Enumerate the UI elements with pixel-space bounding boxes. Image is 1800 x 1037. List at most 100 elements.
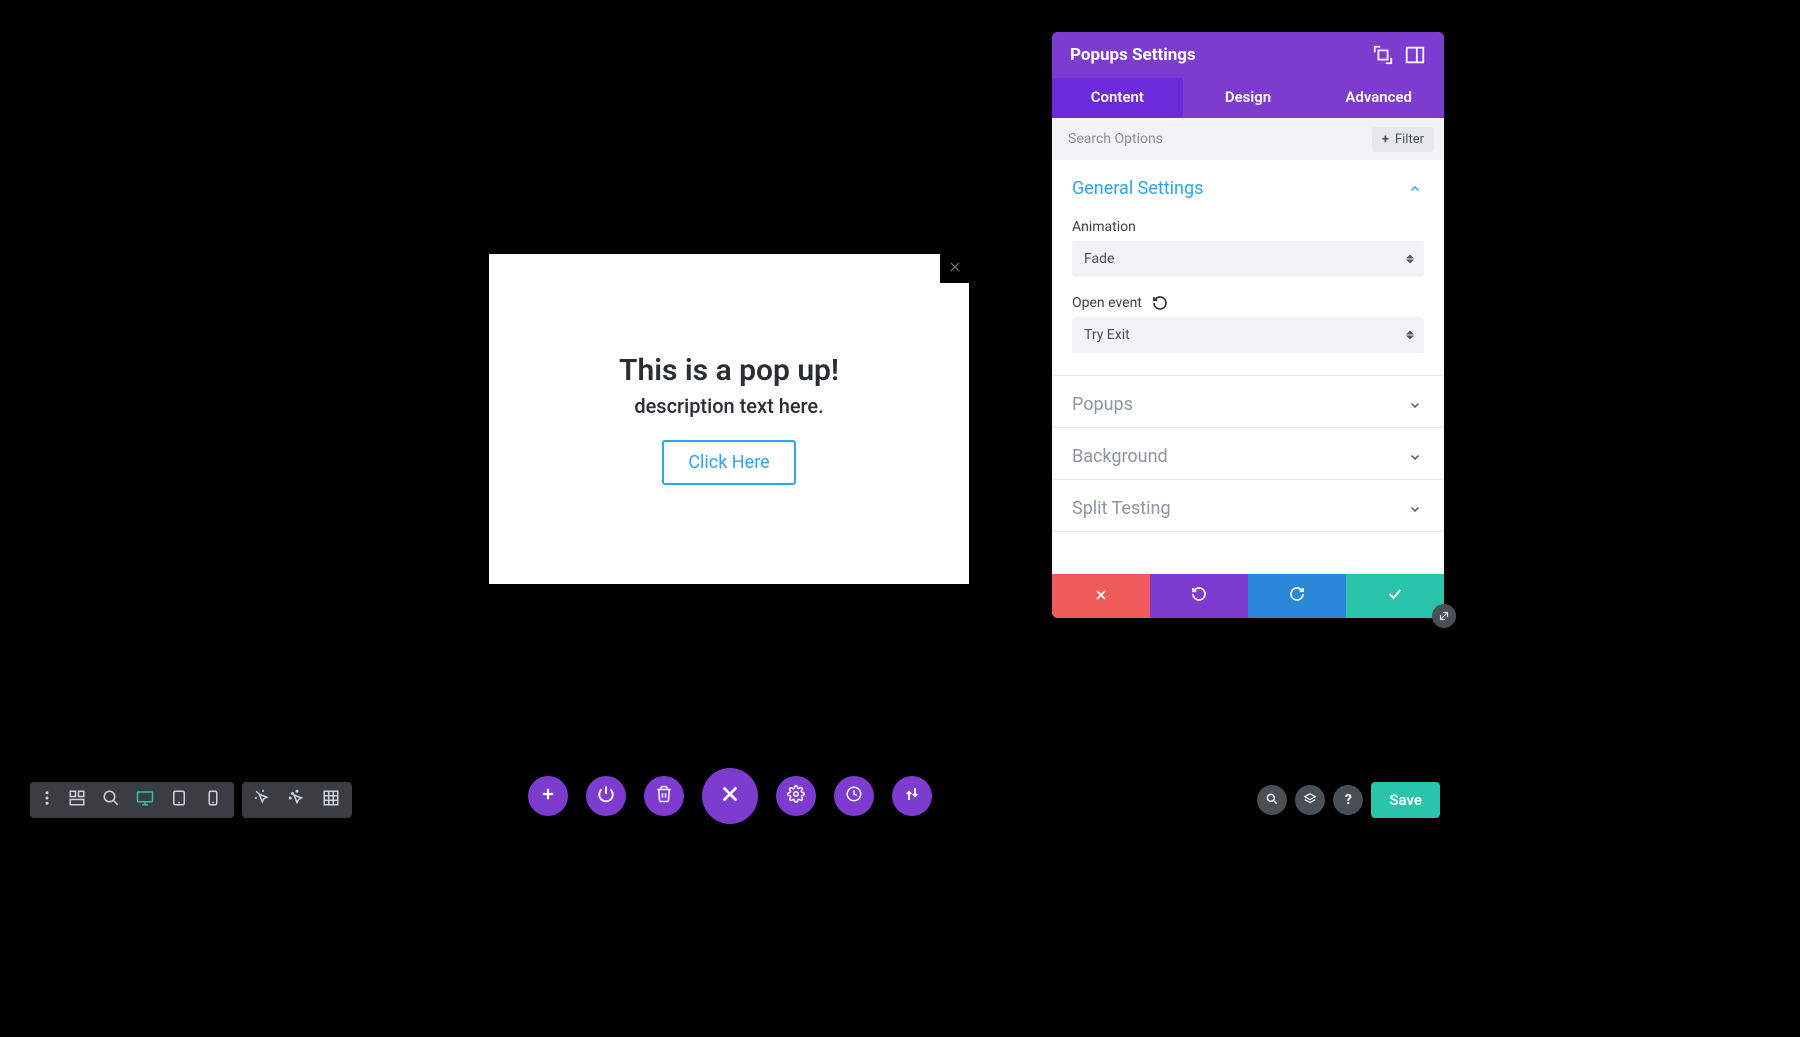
help-button[interactable]: ? bbox=[1333, 785, 1363, 815]
desktop-view-button[interactable] bbox=[128, 782, 162, 818]
section-header-background[interactable]: Background bbox=[1052, 428, 1444, 479]
center-toolbar bbox=[528, 768, 932, 824]
search-row: + Filter bbox=[1052, 118, 1444, 160]
chevron-down-icon bbox=[1406, 500, 1424, 518]
open-event-select-value: Try Exit bbox=[1084, 327, 1130, 343]
settings-tabs: Content Design Advanced bbox=[1052, 78, 1444, 118]
section-header-general[interactable]: General Settings bbox=[1052, 160, 1444, 211]
mobile-view-button[interactable] bbox=[196, 782, 230, 818]
animation-select-value: Fade bbox=[1084, 251, 1114, 267]
reset-icon[interactable] bbox=[1152, 295, 1168, 311]
power-icon bbox=[597, 785, 615, 807]
save-button[interactable]: Save bbox=[1371, 782, 1440, 818]
section-header-split-testing[interactable]: Split Testing bbox=[1052, 480, 1444, 531]
tab-content[interactable]: Content bbox=[1052, 78, 1183, 118]
filter-button[interactable]: + Filter bbox=[1372, 127, 1434, 152]
settings-panel: Popups Settings Content Design Advanced … bbox=[1052, 32, 1444, 618]
section-title: Popups bbox=[1072, 394, 1133, 415]
add-button[interactable] bbox=[528, 776, 568, 816]
grid-icon bbox=[322, 789, 340, 811]
cursor-click-icon bbox=[288, 789, 306, 811]
section-popups: Popups bbox=[1052, 376, 1444, 428]
left-toolbar-group-2 bbox=[242, 782, 352, 818]
open-event-select[interactable]: Try Exit bbox=[1072, 317, 1424, 353]
left-toolbar bbox=[30, 782, 352, 818]
help-icon: ? bbox=[1345, 792, 1352, 808]
settings-panel-header: Popups Settings bbox=[1052, 32, 1444, 78]
close-icon bbox=[719, 783, 741, 809]
popup-cta-button[interactable]: Click Here bbox=[662, 440, 795, 485]
mobile-icon bbox=[204, 789, 222, 811]
cursor-rays-icon bbox=[254, 789, 272, 811]
chevron-down-icon bbox=[1406, 396, 1424, 414]
close-main-button[interactable] bbox=[702, 768, 758, 824]
panel-resize-handle[interactable] bbox=[1432, 604, 1456, 628]
field-label-animation: Animation bbox=[1072, 219, 1424, 235]
animation-label: Animation bbox=[1072, 219, 1136, 235]
select-caret-icon bbox=[1406, 331, 1414, 340]
more-button[interactable] bbox=[34, 782, 60, 818]
animation-select[interactable]: Fade bbox=[1072, 241, 1424, 277]
wireframe-button[interactable] bbox=[60, 782, 94, 818]
layers-button[interactable] bbox=[1295, 785, 1325, 815]
undo-icon bbox=[1191, 586, 1207, 606]
expand-icon[interactable] bbox=[1372, 44, 1394, 66]
redo-button[interactable] bbox=[1248, 574, 1346, 618]
section-title: General Settings bbox=[1072, 178, 1203, 199]
tab-advanced[interactable]: Advanced bbox=[1313, 78, 1444, 118]
search-icon bbox=[1265, 791, 1279, 810]
confirm-button[interactable] bbox=[1346, 574, 1444, 618]
history-button[interactable] bbox=[834, 776, 874, 816]
search-input[interactable] bbox=[1066, 130, 1364, 148]
open-event-label: Open event bbox=[1072, 295, 1142, 311]
chevron-down-icon bbox=[1406, 448, 1424, 466]
dock-icon[interactable] bbox=[1404, 44, 1426, 66]
trash-button[interactable] bbox=[644, 776, 684, 816]
popup-close-button[interactable] bbox=[940, 253, 970, 283]
popup-title: This is a pop up! bbox=[619, 353, 839, 388]
tab-design[interactable]: Design bbox=[1183, 78, 1314, 118]
reorder-button[interactable] bbox=[892, 776, 932, 816]
settings-button[interactable] bbox=[776, 776, 816, 816]
left-toolbar-group-1 bbox=[30, 782, 234, 818]
chevron-up-icon bbox=[1406, 180, 1424, 198]
trash-icon bbox=[655, 785, 673, 807]
popup-description: description text here. bbox=[634, 394, 823, 418]
section-background: Background bbox=[1052, 428, 1444, 480]
zoom-button[interactable] bbox=[94, 782, 128, 818]
section-header-popups[interactable]: Popups bbox=[1052, 376, 1444, 427]
section-title: Background bbox=[1072, 446, 1168, 467]
tablet-view-button[interactable] bbox=[162, 782, 196, 818]
close-icon bbox=[1094, 587, 1108, 606]
search-icon bbox=[102, 789, 120, 811]
section-split-testing: Split Testing bbox=[1052, 480, 1444, 532]
section-general-settings: General Settings Animation Fade O bbox=[1052, 160, 1444, 376]
hover-mode-button[interactable] bbox=[246, 782, 280, 818]
power-button[interactable] bbox=[586, 776, 626, 816]
close-icon bbox=[948, 259, 962, 278]
select-caret-icon bbox=[1406, 255, 1414, 264]
section-title: Split Testing bbox=[1072, 498, 1171, 519]
sort-icon bbox=[903, 785, 921, 807]
filter-label: Filter bbox=[1395, 132, 1424, 147]
layers-icon bbox=[1303, 791, 1317, 810]
click-mode-button[interactable] bbox=[280, 782, 314, 818]
settings-body: General Settings Animation Fade O bbox=[1052, 160, 1444, 574]
find-button[interactable] bbox=[1257, 785, 1287, 815]
gear-icon bbox=[787, 785, 805, 807]
more-vertical-icon bbox=[38, 789, 56, 811]
cancel-button[interactable] bbox=[1052, 574, 1150, 618]
settings-panel-footer bbox=[1052, 574, 1444, 618]
grid-mode-button[interactable] bbox=[314, 782, 348, 818]
popup-preview: This is a pop up! description text here.… bbox=[489, 254, 969, 584]
field-label-open-event: Open event bbox=[1072, 295, 1424, 311]
undo-button[interactable] bbox=[1150, 574, 1248, 618]
clock-icon bbox=[845, 785, 863, 807]
settings-panel-title: Popups Settings bbox=[1070, 45, 1362, 65]
redo-icon bbox=[1289, 586, 1305, 606]
wireframe-icon bbox=[68, 789, 86, 811]
desktop-icon bbox=[136, 789, 154, 811]
right-toolbar: ? Save bbox=[1257, 782, 1440, 818]
section-content-general: Animation Fade Open event Try Ex bbox=[1052, 219, 1444, 375]
check-icon bbox=[1387, 586, 1403, 606]
